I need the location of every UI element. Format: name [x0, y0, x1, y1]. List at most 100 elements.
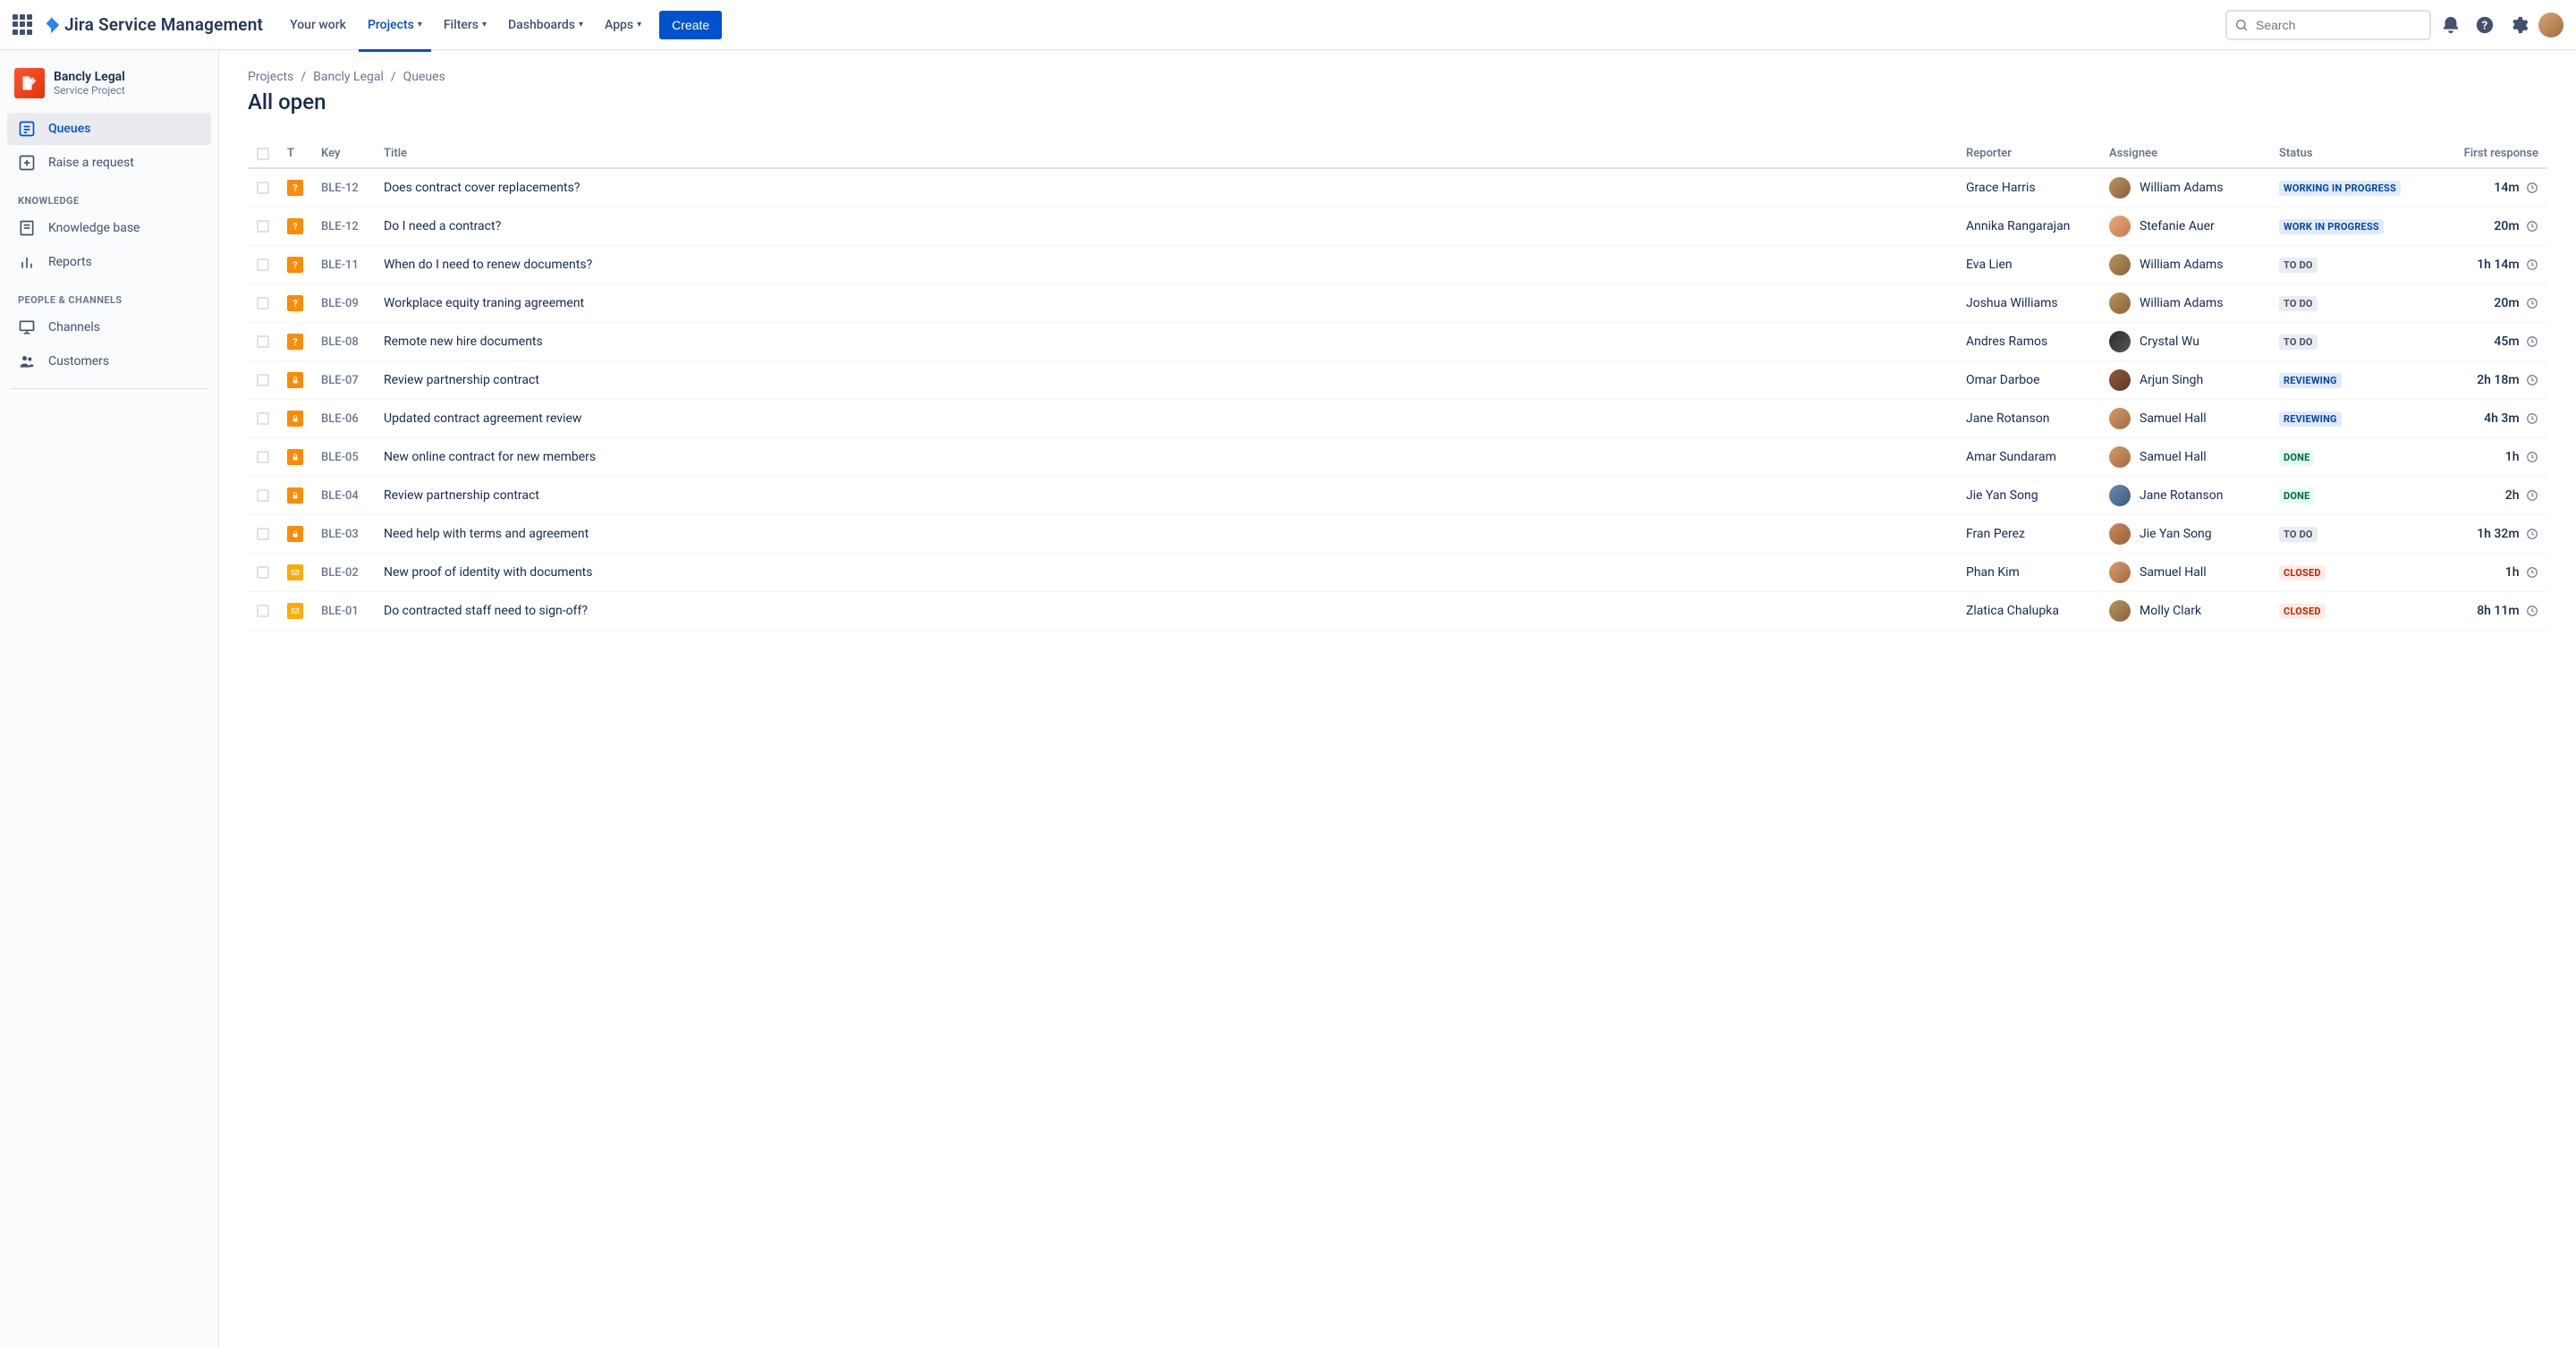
create-button[interactable]: Create	[659, 11, 722, 39]
table-row[interactable]: BLE-01Do contracted staff need to sign-o…	[248, 592, 2547, 631]
status-badge[interactable]: REVIEWING	[2279, 411, 2342, 427]
assignee-cell[interactable]: Arjun Singh	[2109, 369, 2261, 391]
status-badge[interactable]: TO DO	[2279, 296, 2318, 311]
issue-key[interactable]: BLE-12	[312, 168, 375, 208]
col-first-response[interactable]: First response	[2431, 140, 2547, 168]
sidebar-item-reports[interactable]: Reports	[7, 246, 211, 278]
status-badge[interactable]: CLOSED	[2279, 565, 2326, 580]
assignee-cell[interactable]: Molly Clark	[2109, 600, 2261, 622]
row-checkbox[interactable]	[257, 297, 269, 309]
issue-title[interactable]: When do I need to renew documents?	[375, 246, 1957, 284]
issue-title[interactable]: Need help with terms and agreement	[375, 515, 1957, 554]
search-input[interactable]	[2225, 10, 2431, 40]
nav-filters[interactable]: Filters▾	[435, 11, 496, 39]
assignee-cell[interactable]: Jie Yan Song	[2109, 523, 2261, 545]
issue-title[interactable]: Does contract cover replacements?	[375, 168, 1957, 208]
assignee-cell[interactable]: Samuel Hall	[2109, 408, 2261, 429]
table-row[interactable]: BLE-07Review partnership contractOmar Da…	[248, 361, 2547, 400]
status-badge[interactable]: TO DO	[2279, 258, 2318, 273]
breadcrumb-projects[interactable]: Projects	[248, 70, 293, 84]
issue-title[interactable]: Remote new hire documents	[375, 323, 1957, 361]
col-key[interactable]: Key	[312, 140, 375, 168]
assignee-cell[interactable]: Samuel Hall	[2109, 562, 2261, 583]
issue-title[interactable]: Review partnership contract	[375, 361, 1957, 400]
sidebar-item-customers[interactable]: Customers	[7, 345, 211, 377]
col-reporter[interactable]: Reporter	[1957, 140, 2100, 168]
table-row[interactable]: BLE-05New online contract for new member…	[248, 438, 2547, 477]
sidebar-item-raise-request[interactable]: Raise a request	[7, 147, 211, 179]
table-row[interactable]: BLE-03Need help with terms and agreement…	[248, 515, 2547, 554]
table-row[interactable]: ?BLE-12Do I need a contract?Annika Ranga…	[248, 208, 2547, 246]
nav-projects[interactable]: Projects▾	[359, 11, 431, 39]
issue-key[interactable]: BLE-04	[312, 477, 375, 515]
status-badge[interactable]: TO DO	[2279, 527, 2318, 542]
user-avatar[interactable]	[2538, 13, 2563, 38]
issue-title[interactable]: Updated contract agreement review	[375, 400, 1957, 438]
assignee-cell[interactable]: Samuel Hall	[2109, 446, 2261, 468]
assignee-cell[interactable]: Stefanie Auer	[2109, 216, 2261, 237]
row-checkbox[interactable]	[257, 605, 269, 617]
table-row[interactable]: BLE-02New proof of identity with documen…	[248, 554, 2547, 592]
status-badge[interactable]: WORK IN PROGRESS	[2279, 219, 2384, 234]
issue-title[interactable]: Workplace equity traning agreement	[375, 284, 1957, 323]
issue-key[interactable]: BLE-05	[312, 438, 375, 477]
issue-title[interactable]: Do I need a contract?	[375, 208, 1957, 246]
sidebar-item-knowledge-base[interactable]: Knowledge base	[7, 212, 211, 244]
row-checkbox[interactable]	[257, 489, 269, 502]
row-checkbox[interactable]	[257, 182, 269, 194]
status-badge[interactable]: WORKING IN PROGRESS	[2279, 181, 2401, 196]
status-badge[interactable]: REVIEWING	[2279, 373, 2342, 388]
nav-dashboards[interactable]: Dashboards▾	[499, 11, 592, 39]
status-badge[interactable]: DONE	[2279, 488, 2314, 504]
col-title[interactable]: Title	[375, 140, 1957, 168]
breadcrumb-project[interactable]: Bancly Legal	[313, 70, 384, 84]
project-header[interactable]: Bancly Legal Service Project	[7, 64, 211, 113]
assignee-cell[interactable]: William Adams	[2109, 254, 2261, 275]
issue-title[interactable]: New proof of identity with documents	[375, 554, 1957, 592]
assignee-cell[interactable]: Crystal Wu	[2109, 331, 2261, 352]
issue-key[interactable]: BLE-09	[312, 284, 375, 323]
col-assignee[interactable]: Assignee	[2100, 140, 2270, 168]
issue-title[interactable]: Review partnership contract	[375, 477, 1957, 515]
issue-key[interactable]: BLE-06	[312, 400, 375, 438]
issue-key[interactable]: BLE-11	[312, 246, 375, 284]
row-checkbox[interactable]	[257, 566, 269, 579]
table-row[interactable]: ?BLE-12Does contract cover replacements?…	[248, 168, 2547, 208]
nav-your-work[interactable]: Your work	[281, 11, 355, 39]
row-checkbox[interactable]	[257, 451, 269, 463]
help-icon[interactable]: ?	[2470, 11, 2499, 39]
row-checkbox[interactable]	[257, 220, 269, 233]
sidebar-item-queues[interactable]: Queues	[7, 113, 211, 145]
table-row[interactable]: BLE-06Updated contract agreement reviewJ…	[248, 400, 2547, 438]
row-checkbox[interactable]	[257, 335, 269, 348]
issue-key[interactable]: BLE-03	[312, 515, 375, 554]
status-badge[interactable]: CLOSED	[2279, 604, 2326, 619]
assignee-cell[interactable]: William Adams	[2109, 292, 2261, 314]
sidebar-item-channels[interactable]: Channels	[7, 311, 211, 343]
notifications-icon[interactable]	[2436, 11, 2465, 39]
row-checkbox[interactable]	[257, 374, 269, 386]
issue-key[interactable]: BLE-02	[312, 554, 375, 592]
issue-key[interactable]: BLE-08	[312, 323, 375, 361]
brand-logo[interactable]: Jira Service Management	[41, 14, 263, 35]
issue-key[interactable]: BLE-07	[312, 361, 375, 400]
nav-apps[interactable]: Apps▾	[596, 11, 650, 39]
issue-title[interactable]: New online contract for new members	[375, 438, 1957, 477]
settings-icon[interactable]	[2504, 11, 2533, 39]
issue-title[interactable]: Do contracted staff need to sign-off?	[375, 592, 1957, 631]
table-row[interactable]: ?BLE-09Workplace equity traning agreemen…	[248, 284, 2547, 323]
table-row[interactable]: ?BLE-08Remote new hire documentsAndres R…	[248, 323, 2547, 361]
table-row[interactable]: BLE-04Review partnership contractJie Yan…	[248, 477, 2547, 515]
status-badge[interactable]: TO DO	[2279, 335, 2318, 350]
assignee-cell[interactable]: William Adams	[2109, 177, 2261, 199]
assignee-cell[interactable]: Jane Rotanson	[2109, 485, 2261, 506]
row-checkbox[interactable]	[257, 258, 269, 271]
col-status[interactable]: Status	[2270, 140, 2431, 168]
col-type[interactable]: T	[278, 140, 312, 168]
issue-key[interactable]: BLE-01	[312, 592, 375, 631]
status-badge[interactable]: DONE	[2279, 450, 2314, 465]
row-checkbox[interactable]	[257, 528, 269, 540]
issue-key[interactable]: BLE-12	[312, 208, 375, 246]
app-switcher-icon[interactable]	[13, 14, 34, 36]
row-checkbox[interactable]	[257, 412, 269, 425]
